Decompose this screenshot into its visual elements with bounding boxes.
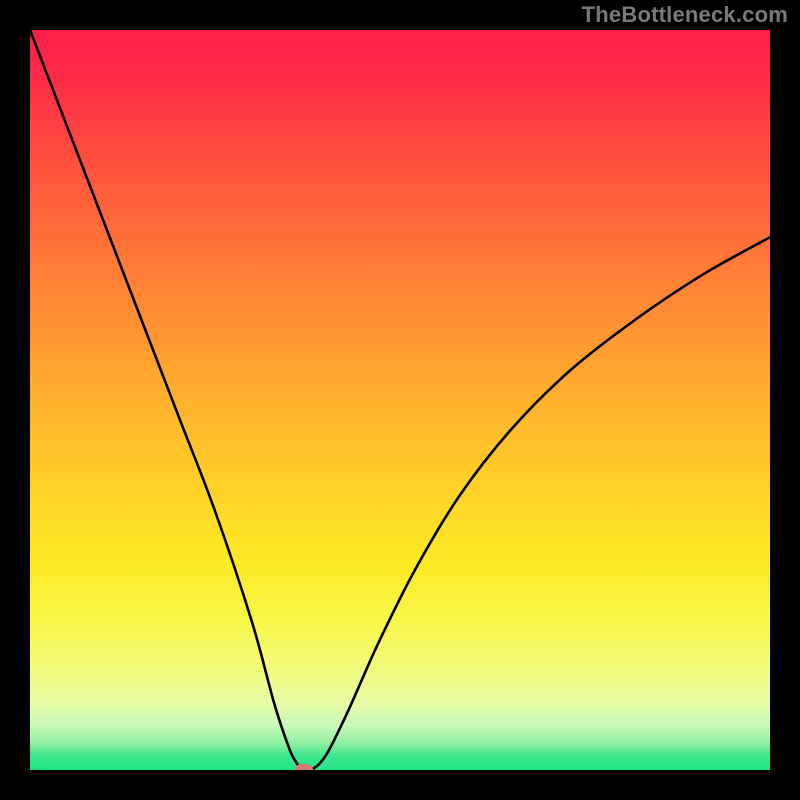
bottleneck-curve xyxy=(30,30,770,770)
plot-area xyxy=(30,30,770,770)
chart-frame: TheBottleneck.com xyxy=(0,0,800,800)
curve-layer xyxy=(30,30,770,770)
optimum-marker xyxy=(295,764,313,770)
watermark-text: TheBottleneck.com xyxy=(582,2,788,28)
